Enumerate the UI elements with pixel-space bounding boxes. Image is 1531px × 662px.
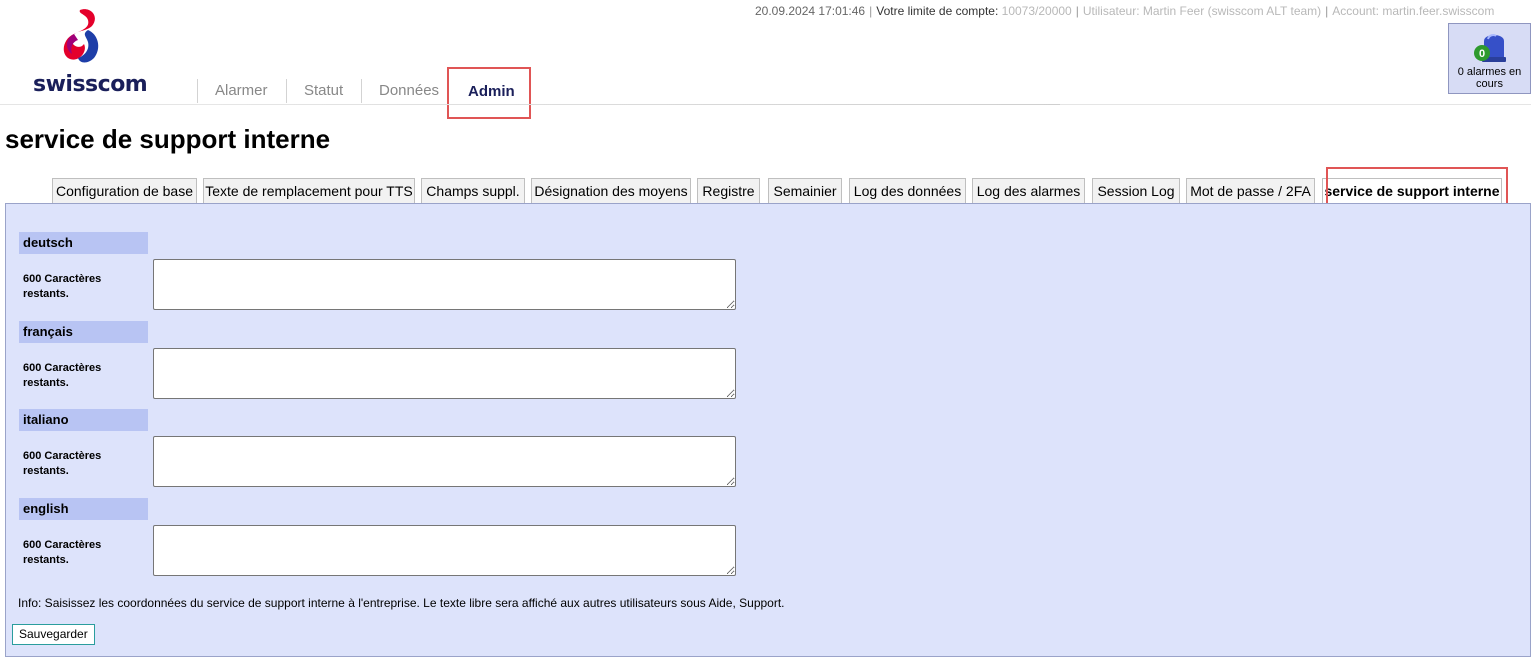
tab-texte-remplacement-tts[interactable]: Texte de remplacement pour TTS [203, 178, 415, 204]
nav-donnees[interactable]: Données [361, 79, 447, 103]
user-value: Martin Feer [1142, 4, 1205, 18]
support-text-francais[interactable] [153, 348, 736, 399]
alarm-count: 0 [1479, 48, 1485, 60]
team-name: (swisscom ALT team) [1207, 4, 1322, 18]
siren-icon: 0 [1474, 34, 1506, 62]
info-text: Info: Saisissez les coordonnées du servi… [18, 596, 785, 610]
lang-header-deutsch: deutsch [19, 232, 148, 254]
account-value: martin.feer.swisscom [1382, 4, 1495, 18]
nav-statut[interactable]: Statut [286, 79, 361, 103]
brand-name: swisscom [33, 72, 148, 97]
save-button[interactable]: Sauvegarder [12, 624, 95, 645]
tab-champs-suppl[interactable]: Champs suppl. [421, 178, 525, 204]
chars-left-deutsch: 600 Caractères restants. [23, 273, 102, 300]
support-text-english[interactable] [153, 525, 736, 576]
account-limit-label: Votre limite de compte: [876, 4, 999, 18]
swisscom-logo: swisscom [30, 8, 150, 98]
tab-configuration-de-base[interactable]: Configuration de base [52, 178, 197, 204]
tab-log-des-alarmes[interactable]: Log des alarmes [972, 178, 1085, 204]
chars-left-english: 600 Caractères restants. [23, 539, 102, 566]
lang-header-italiano: italiano [19, 409, 148, 431]
tab-semainier[interactable]: Semainier [768, 178, 842, 204]
support-text-deutsch[interactable] [153, 259, 736, 310]
chars-left-francais: 600 Caractères restants. [23, 362, 102, 389]
active-alarms-button[interactable]: 0 0 alarmes en cours [1448, 23, 1531, 94]
alarm-label: 0 alarmes en cours [1457, 66, 1522, 90]
nav-admin[interactable]: Admin [447, 67, 531, 119]
lang-header-francais: français [19, 321, 148, 343]
swisscom-logo-icon [63, 9, 99, 63]
chars-left-italiano: 600 Caractères restants. [23, 450, 102, 477]
nav-underline [197, 104, 1060, 105]
page-title: service de support interne [5, 124, 331, 154]
tab-log-des-donnees[interactable]: Log des données [849, 178, 966, 204]
tab-registre[interactable]: Registre [697, 178, 760, 204]
user-label: Utilisateur: [1082, 4, 1140, 18]
account-label: Account: [1332, 4, 1379, 18]
support-text-italiano[interactable] [153, 436, 736, 487]
support-form-panel: deutsch 600 Caractères restants. françai… [5, 203, 1531, 657]
tab-mot-de-passe-2fa[interactable]: Mot de passe / 2FA [1186, 178, 1315, 204]
lang-header-english: english [19, 498, 148, 520]
main-navigation: Alarmer Statut Données Admin [197, 67, 531, 119]
account-info-bar: 20.09.2024 17:01:46 | Votre limite de comp… [755, 4, 1495, 18]
tab-session-log[interactable]: Session Log [1092, 178, 1180, 204]
nav-alarmer[interactable]: Alarmer [197, 79, 286, 103]
account-limit-value: 10073/20000 [1001, 4, 1072, 18]
current-datetime: 20.09.2024 17:01:46 [755, 4, 866, 18]
tab-designation-des-moyens[interactable]: Désignation des moyens [531, 178, 691, 204]
